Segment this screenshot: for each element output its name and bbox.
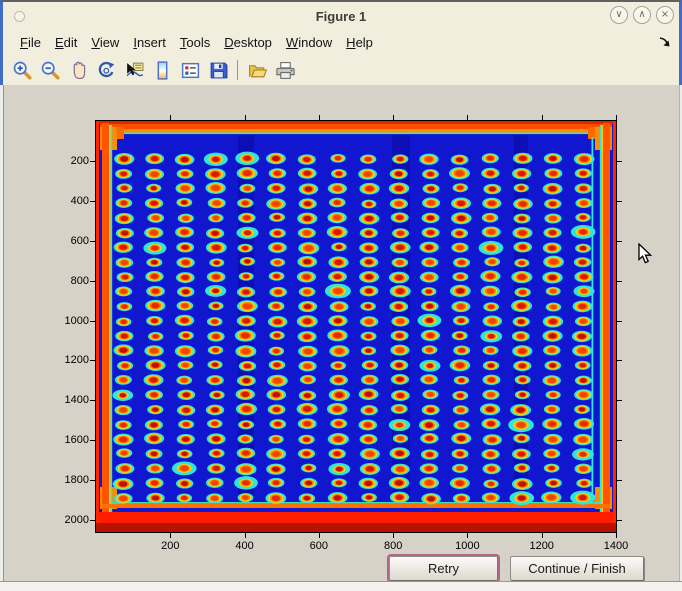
toolbar (3, 55, 679, 86)
y-tick (90, 360, 95, 361)
figure-window: Figure 1 ∨ ∧ × FileEditViewInsertToolsDe… (0, 0, 682, 591)
colorbar-icon (152, 60, 173, 81)
x-tick-top (170, 115, 171, 120)
print-icon (275, 60, 296, 81)
x-tick-label: 1200 (518, 540, 566, 552)
y-tick-right (617, 201, 622, 202)
y-tick-label: 200 (43, 155, 89, 167)
y-tick (90, 400, 95, 401)
window-title: Figure 1 (316, 9, 367, 24)
zoom-in-button[interactable] (10, 58, 34, 82)
close-button[interactable]: × (656, 6, 674, 24)
rotate-3d-button[interactable] (94, 58, 118, 82)
y-tick-label: 2000 (43, 514, 89, 526)
x-tick-label: 800 (369, 540, 417, 552)
window-bottom-border (0, 581, 682, 591)
shade-button[interactable]: ∨ (610, 6, 628, 24)
print-button[interactable] (273, 58, 297, 82)
y-tick (90, 161, 95, 162)
rotate-3d-icon (96, 60, 117, 81)
y-tick-right (617, 241, 622, 242)
y-tick (90, 281, 95, 282)
x-tick (467, 533, 468, 538)
dock-figure-icon[interactable] (658, 35, 672, 49)
y-tick (90, 321, 95, 322)
data-cursor-icon (124, 60, 145, 81)
save-icon (208, 60, 229, 81)
y-tick-right (617, 281, 622, 282)
x-tick (170, 533, 171, 538)
x-tick (542, 533, 543, 538)
axes-plot[interactable] (95, 120, 617, 533)
y-tick-right (617, 440, 622, 441)
x-tick-top (467, 115, 468, 120)
y-tick-right (617, 400, 622, 401)
y-tick-right (617, 520, 622, 521)
y-tick (90, 440, 95, 441)
x-tick-top (616, 115, 617, 120)
zoom-out-icon (40, 60, 61, 81)
heatmap-image (96, 121, 616, 532)
menu-item-file[interactable]: File (13, 33, 48, 53)
y-tick-label: 1000 (43, 315, 89, 327)
insert-legend-button[interactable] (178, 58, 202, 82)
y-tick-label: 1200 (43, 354, 89, 366)
zoom-out-button[interactable] (38, 58, 62, 82)
mouse-cursor (638, 243, 652, 264)
x-tick-label: 600 (295, 540, 343, 552)
menu-item-insert[interactable]: Insert (126, 33, 173, 53)
y-tick-label: 1800 (43, 474, 89, 486)
x-tick-label: 1400 (592, 540, 640, 552)
open-button[interactable] (245, 58, 269, 82)
menu-item-view[interactable]: View (84, 33, 126, 53)
y-tick (90, 480, 95, 481)
y-tick (90, 201, 95, 202)
insert-legend-icon (180, 60, 201, 81)
window-controls: ∨ ∧ × (610, 6, 674, 24)
y-tick-right (617, 321, 622, 322)
y-tick (90, 241, 95, 242)
open-icon (247, 60, 268, 81)
data-cursor-button[interactable] (122, 58, 146, 82)
x-tick (616, 533, 617, 538)
y-tick-label: 600 (43, 235, 89, 247)
y-tick-label: 400 (43, 195, 89, 207)
x-tick-top (393, 115, 394, 120)
pan-icon (68, 60, 89, 81)
unshade-button[interactable]: ∧ (633, 6, 651, 24)
retry-button[interactable]: Retry (389, 556, 498, 581)
y-tick-label: 800 (43, 275, 89, 287)
menu-item-tools[interactable]: Tools (173, 33, 217, 53)
colorbar-button[interactable] (150, 58, 174, 82)
menu-item-help[interactable]: Help (339, 33, 380, 53)
zoom-in-icon (12, 60, 33, 81)
window-chrome: Figure 1 ∨ ∧ × FileEditViewInsertToolsDe… (0, 0, 682, 85)
x-tick-label: 1000 (443, 540, 491, 552)
y-tick-label: 1400 (43, 394, 89, 406)
x-tick-top (245, 115, 246, 120)
menu-item-window[interactable]: Window (279, 33, 339, 53)
menu-item-desktop[interactable]: Desktop (217, 33, 279, 53)
title-bar[interactable]: Figure 1 ∨ ∧ × (3, 2, 679, 30)
continue-finish-button[interactable]: Continue / Finish (510, 556, 644, 581)
figure-canvas: 200 400 600 800 1000 1200 1400 1600 1800 2000 200 4… (0, 85, 682, 582)
x-tick-label: 200 (146, 540, 194, 552)
window-menu-button[interactable] (14, 11, 25, 22)
x-tick (245, 533, 246, 538)
y-tick-right (617, 161, 622, 162)
y-tick (90, 520, 95, 521)
y-tick-right (617, 480, 622, 481)
x-tick (393, 533, 394, 538)
toolbar-separator (237, 60, 238, 80)
menu-bar: FileEditViewInsertToolsDesktopWindowHelp (3, 30, 679, 55)
x-tick-top (319, 115, 320, 120)
x-tick (319, 533, 320, 538)
x-tick-label: 400 (221, 540, 269, 552)
y-tick-label: 1600 (43, 434, 89, 446)
save-button[interactable] (206, 58, 230, 82)
pan-button[interactable] (66, 58, 90, 82)
menu-item-edit[interactable]: Edit (48, 33, 84, 53)
y-tick-right (617, 360, 622, 361)
x-tick-top (542, 115, 543, 120)
